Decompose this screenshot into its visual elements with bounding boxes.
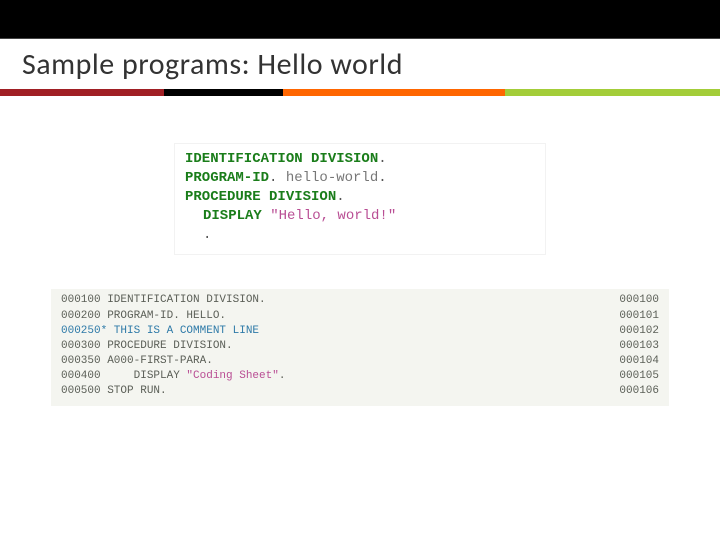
code-left: 000300 PROCEDURE DIVISION. — [61, 339, 233, 354]
code-row: 000250* THIS IS A COMMENT LINE 000102 — [61, 324, 659, 339]
code-row: 000500 STOP RUN. 000106 — [61, 384, 659, 399]
punct: . — [378, 170, 386, 186]
code-line: IDENTIFICATION DIVISION. — [185, 150, 535, 169]
code-right: 000103 — [619, 339, 659, 354]
keyword: IDENTIFICATION DIVISION — [185, 151, 378, 167]
code-right: 000104 — [619, 354, 659, 369]
code-block-coding-sheet: 000100 IDENTIFICATION DIVISION. 000100 0… — [51, 289, 669, 405]
code-left: 000100 IDENTIFICATION DIVISION. — [61, 293, 266, 308]
keyword: DISPLAY — [203, 208, 262, 224]
accent-stripe — [0, 89, 720, 96]
string-literal: "Coding Sheet" — [186, 370, 278, 382]
punct: . — [203, 227, 211, 243]
code-row: 000200 PROGRAM-ID. HELLO. 000101 — [61, 309, 659, 324]
accent-green — [505, 89, 720, 96]
slide-title: Sample programs: Hello world — [0, 46, 403, 83]
code-row: 000400 DISPLAY "Coding Sheet". 000105 — [61, 369, 659, 384]
code-row: 000300 PROCEDURE DIVISION. 000103 — [61, 339, 659, 354]
code-left: 000400 DISPLAY "Coding Sheet". — [61, 369, 285, 384]
identifier: hello-world — [277, 170, 378, 186]
code-right: 000105 — [619, 369, 659, 384]
punct: . — [336, 189, 344, 205]
code-left: 000500 STOP RUN. — [61, 384, 167, 399]
code-block-hello-world: IDENTIFICATION DIVISION. PROGRAM-ID. hel… — [175, 144, 545, 254]
code-left: 000200 PROGRAM-ID. HELLO. — [61, 309, 226, 324]
keyword: PROGRAM-ID — [185, 170, 269, 186]
code-left-comment: 000250* THIS IS A COMMENT LINE — [61, 324, 259, 339]
code-right: 000106 — [619, 384, 659, 399]
punct: . — [279, 370, 286, 382]
top-black-band — [0, 0, 720, 38]
code-row: 000100 IDENTIFICATION DIVISION. 000100 — [61, 293, 659, 308]
keyword: PROCEDURE DIVISION — [185, 189, 336, 205]
code-line: PROCEDURE DIVISION. — [185, 188, 535, 207]
code-line: . — [185, 226, 535, 245]
accent-black — [164, 89, 283, 96]
title-bar: Sample programs: Hello world — [0, 38, 720, 89]
text: 000400 DISPLAY — [61, 370, 186, 382]
code-right: 000100 — [619, 293, 659, 308]
code-right: 000101 — [619, 309, 659, 324]
code-row: 000350 A000-FIRST-PARA. 000104 — [61, 354, 659, 369]
accent-maroon — [0, 89, 164, 96]
string-literal: "Hello, world!" — [262, 208, 396, 224]
code-line: DISPLAY "Hello, world!" — [185, 207, 535, 226]
code-right: 000102 — [619, 324, 659, 339]
accent-orange — [283, 89, 505, 96]
content-area: IDENTIFICATION DIVISION. PROGRAM-ID. hel… — [0, 96, 720, 406]
code-left: 000350 A000-FIRST-PARA. — [61, 354, 213, 369]
punct: . — [378, 151, 386, 167]
code-line: PROGRAM-ID. hello-world. — [185, 169, 535, 188]
